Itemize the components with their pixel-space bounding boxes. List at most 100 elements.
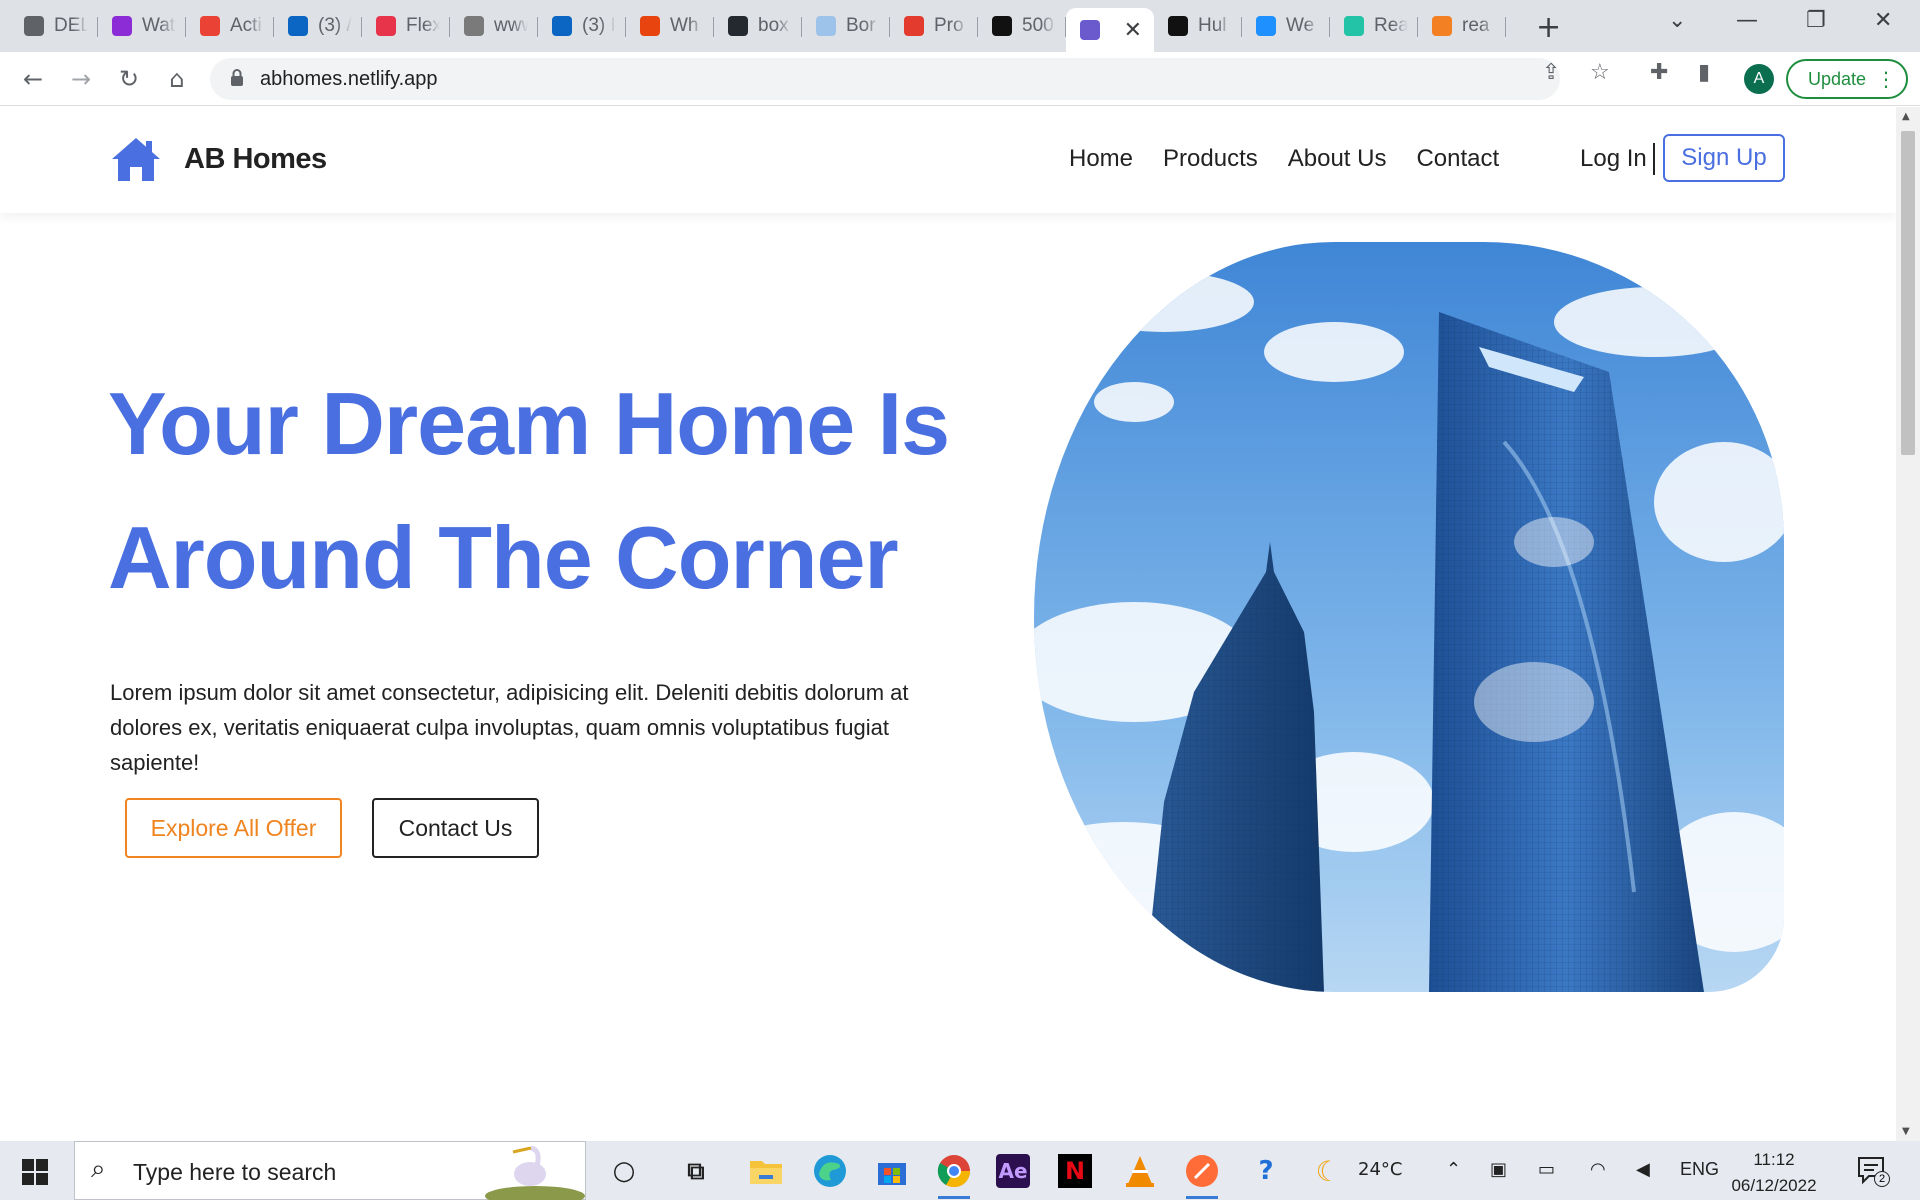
browser-tab[interactable]: Rea bbox=[1330, 8, 1418, 44]
profile-avatar[interactable]: A bbox=[1744, 64, 1774, 94]
loading-icon bbox=[816, 16, 836, 36]
browser-tab[interactable]: We bbox=[1242, 8, 1330, 44]
nav-about[interactable]: About Us bbox=[1288, 145, 1387, 173]
linkedin-icon bbox=[288, 16, 308, 36]
system-clock[interactable]: 11:12 06/12/2022 bbox=[1724, 1147, 1824, 1199]
help-icon[interactable]: ? bbox=[1246, 1151, 1286, 1191]
tab-title: (3) I bbox=[582, 15, 616, 36]
language-indicator[interactable]: ENG bbox=[1680, 1159, 1719, 1180]
lock-icon bbox=[231, 69, 243, 86]
tab-search-icon[interactable]: ⌄ bbox=[1668, 8, 1686, 33]
tab-strip: DEL Wat Acti (3) / Flex www (3) I Wh box Bor Pro 50… bbox=[0, 0, 1920, 52]
signup-button[interactable]: Sign Up bbox=[1663, 134, 1785, 182]
new-tab-button[interactable]: + bbox=[1536, 10, 1561, 45]
browser-tab[interactable]: (3) I bbox=[538, 8, 626, 44]
update-label: Update bbox=[1808, 68, 1867, 89]
postman-icon[interactable] bbox=[1182, 1151, 1222, 1199]
tab-title: box bbox=[758, 15, 789, 36]
tab-title: Pro bbox=[934, 15, 964, 36]
update-button[interactable]: Update ⋮ bbox=[1786, 59, 1908, 99]
scroll-down-icon[interactable]: ▼ bbox=[1902, 1126, 1910, 1137]
tab-title: rea bbox=[1462, 15, 1490, 36]
reload-icon[interactable]: ↻ bbox=[112, 62, 146, 96]
linkedin-gray-icon bbox=[464, 16, 484, 36]
taskbar-search-box[interactable]: ⌕ Type here to search bbox=[74, 1141, 586, 1200]
tab-title: www bbox=[494, 15, 528, 36]
scrollbar-thumb[interactable] bbox=[1901, 131, 1915, 455]
browser-tab[interactable]: Acti bbox=[186, 8, 274, 44]
window-close-icon[interactable]: ✕ bbox=[1874, 8, 1892, 33]
globe-icon bbox=[24, 16, 44, 36]
tab-title: Acti bbox=[230, 15, 262, 36]
search-bird-illustration-icon bbox=[485, 1145, 585, 1200]
cortana-icon[interactable]: ○ bbox=[604, 1151, 644, 1191]
wifi-icon[interactable]: ◠ bbox=[1590, 1159, 1606, 1180]
browser-tab[interactable]: Bor bbox=[802, 8, 890, 44]
tab-close-icon[interactable]: ✕ bbox=[1124, 18, 1142, 43]
browser-tab[interactable]: ✕ bbox=[1066, 8, 1154, 52]
tab-separator bbox=[1505, 17, 1506, 37]
notifications-icon[interactable]: 2 bbox=[1856, 1155, 1890, 1187]
brand-name: AB Homes bbox=[184, 142, 327, 175]
minimize-icon[interactable]: — bbox=[1736, 8, 1758, 33]
contact-us-button[interactable]: Contact Us bbox=[372, 798, 539, 858]
hulu-icon bbox=[1168, 16, 1188, 36]
login-link[interactable]: Log In bbox=[1580, 145, 1647, 173]
browser-toolbar: ← → ↻ ⌂ abhomes.netlify.app ⇪ ☆ ✚ ▮ A Up… bbox=[0, 52, 1920, 106]
restore-icon[interactable]: ❐ bbox=[1806, 8, 1826, 33]
tray-expand-icon[interactable]: ⌃ bbox=[1446, 1159, 1461, 1180]
browser-tab[interactable]: (3) / bbox=[274, 8, 362, 44]
browser-tab[interactable]: DEL bbox=[10, 8, 98, 44]
forward-icon[interactable]: → bbox=[64, 62, 98, 96]
browser-tab[interactable]: 500 bbox=[978, 8, 1066, 44]
microsoft-store-icon[interactable] bbox=[872, 1151, 912, 1191]
address-bar[interactable]: abhomes.netlify.app bbox=[210, 58, 1560, 100]
vlc-icon[interactable] bbox=[1120, 1151, 1160, 1191]
site-header: AB Homes Home Products About Us Contact … bbox=[0, 107, 1896, 213]
browser-tab[interactable]: rea bbox=[1418, 8, 1506, 44]
tab-title: (3) / bbox=[318, 15, 352, 36]
browser-tab[interactable]: Flex bbox=[362, 8, 450, 44]
weather-icon bbox=[1256, 16, 1276, 36]
browser-tab[interactable]: Wh bbox=[626, 8, 714, 44]
brand-logo[interactable]: AB Homes bbox=[110, 135, 327, 183]
scroll-up-icon[interactable]: ▲ bbox=[1902, 111, 1910, 122]
netflix-icon[interactable]: N bbox=[1058, 1154, 1092, 1188]
extensions-icon[interactable]: ✚ bbox=[1650, 60, 1668, 85]
browser-tab[interactable]: www bbox=[450, 8, 538, 44]
menu-icon[interactable]: ⋮ bbox=[1876, 67, 1896, 91]
house-icon bbox=[112, 138, 160, 181]
side-panel-icon[interactable]: ▮ bbox=[1698, 60, 1710, 85]
browser-tab[interactable]: Pro bbox=[890, 8, 978, 44]
nav-products[interactable]: Products bbox=[1163, 145, 1258, 173]
nav-home[interactable]: Home bbox=[1069, 145, 1133, 173]
tab-title: Rea bbox=[1374, 15, 1408, 36]
bookmark-star-icon[interactable]: ☆ bbox=[1590, 60, 1610, 85]
task-view-icon[interactable]: ⧉ bbox=[676, 1151, 716, 1191]
home-icon[interactable]: ⌂ bbox=[160, 62, 194, 96]
after-effects-icon[interactable]: Ae bbox=[996, 1154, 1030, 1188]
browser-tab[interactable]: Hul bbox=[1154, 8, 1242, 44]
search-placeholder: Type here to search bbox=[133, 1159, 337, 1185]
browser-tab[interactable]: Wat bbox=[98, 8, 186, 44]
back-icon[interactable]: ← bbox=[16, 62, 50, 96]
windows-taskbar: ⌕ Type here to search ○ ⧉ Ae N ? ☾ 24°C … bbox=[0, 1141, 1920, 1200]
hero-title: Your Dream Home Is Around The Corner bbox=[108, 357, 1008, 625]
browser-tab[interactable]: box bbox=[714, 8, 802, 44]
notification-count-badge: 2 bbox=[1874, 1171, 1890, 1187]
windows-start-icon[interactable] bbox=[22, 1159, 48, 1185]
share-icon[interactable]: ⇪ bbox=[1542, 60, 1560, 85]
volume-icon[interactable]: ◀ bbox=[1636, 1159, 1650, 1180]
nav-contact[interactable]: Contact bbox=[1416, 145, 1499, 173]
edge-icon[interactable] bbox=[810, 1151, 850, 1191]
tray-app-icon[interactable]: ▣ bbox=[1490, 1159, 1507, 1180]
file-explorer-icon[interactable] bbox=[746, 1151, 786, 1191]
chrome-icon[interactable] bbox=[934, 1151, 974, 1199]
clock-time: 11:12 bbox=[1753, 1150, 1795, 1169]
github-icon bbox=[728, 16, 748, 36]
battery-icon[interactable]: ▭ bbox=[1538, 1159, 1555, 1180]
hero-title-line-1: Your Dream Home Is bbox=[108, 374, 950, 473]
explore-offers-button[interactable]: Explore All Offer bbox=[125, 798, 342, 858]
tab-title: 500 bbox=[1022, 15, 1054, 36]
page-scrollbar[interactable]: ▲ ▼ bbox=[1896, 107, 1920, 1141]
